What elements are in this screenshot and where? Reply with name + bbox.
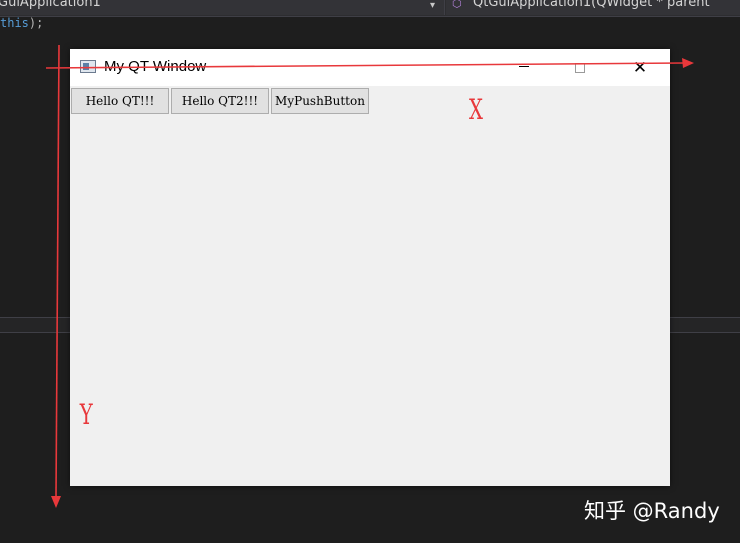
y-axis-label: Y	[79, 398, 93, 431]
watermark-text: 知乎 @Randy	[584, 499, 720, 523]
x-arrowhead	[682, 58, 694, 68]
axis-annotations	[45, 44, 694, 508]
y-axis-arrow	[55, 44, 60, 498]
x-axis-arrow	[45, 62, 685, 69]
y-arrowhead	[51, 496, 61, 508]
x-axis-label: X	[468, 93, 483, 126]
